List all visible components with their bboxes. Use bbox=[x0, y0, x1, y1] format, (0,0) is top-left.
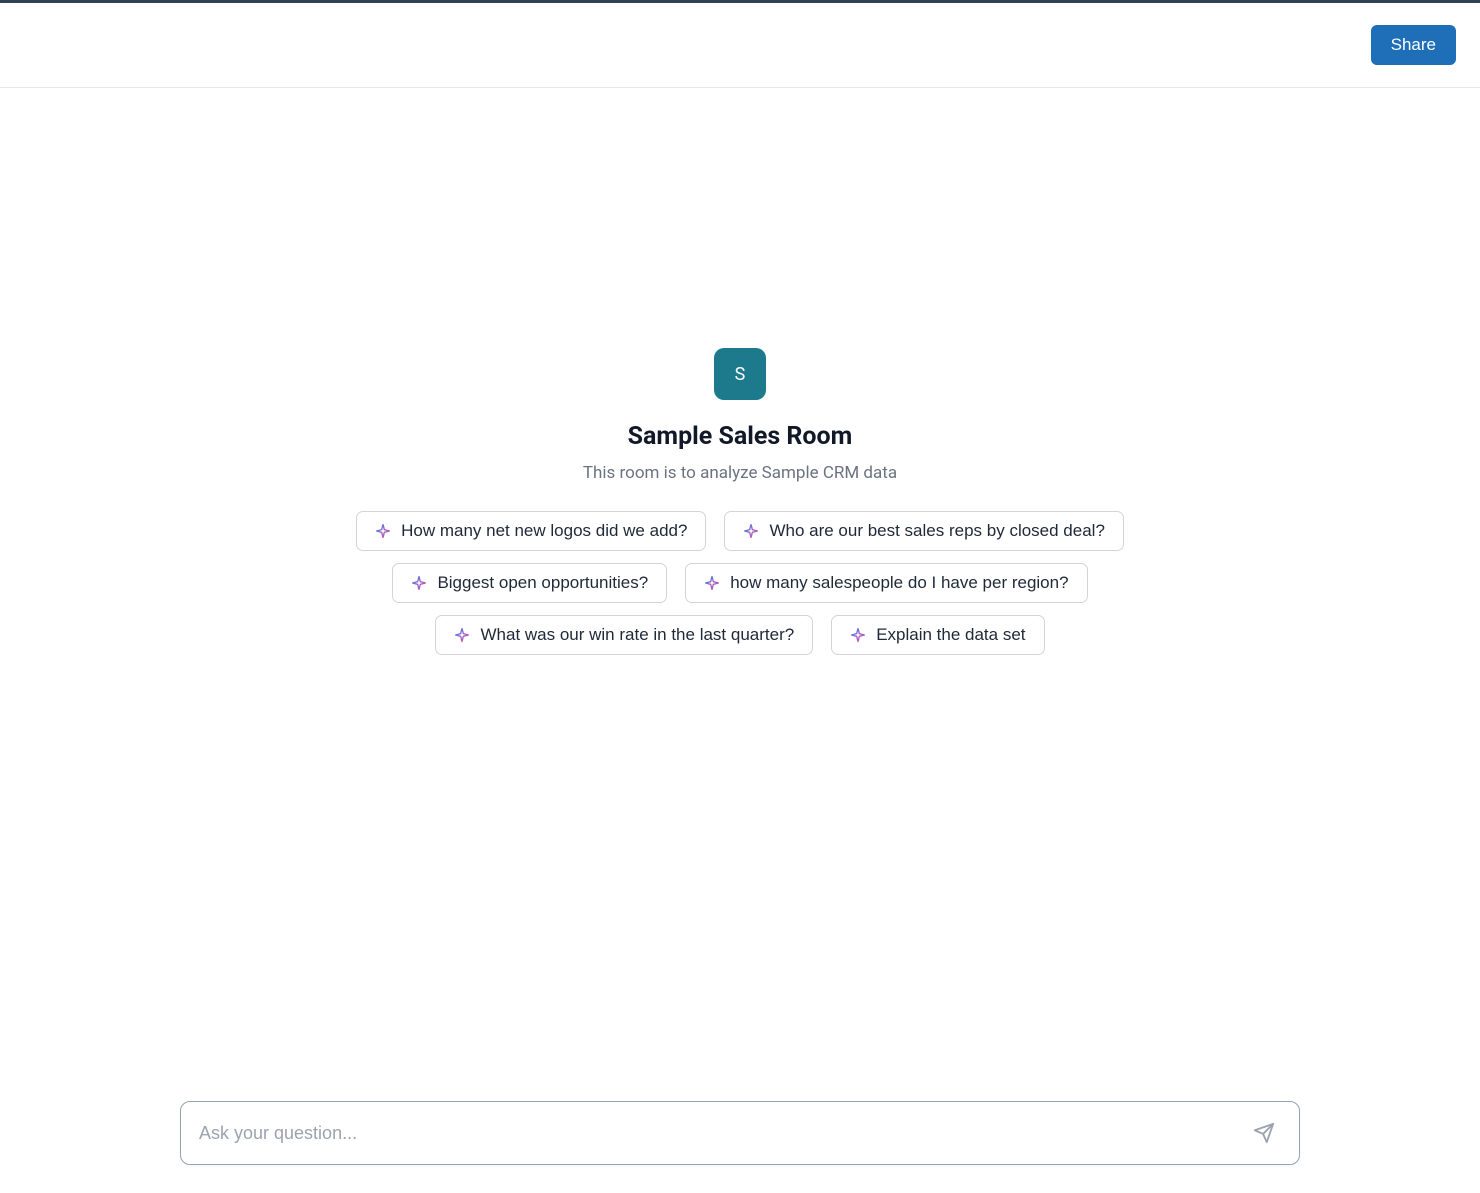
main-content: S Sample Sales Room This room is to anal… bbox=[0, 88, 1480, 655]
sparkle-icon bbox=[743, 523, 759, 539]
sparkle-icon bbox=[375, 523, 391, 539]
suggestions-row-3: What was our win rate in the last quarte… bbox=[435, 615, 1044, 655]
suggestions-row-1: How many net new logos did we add? Who a… bbox=[356, 511, 1124, 551]
suggestions-container: How many net new logos did we add? Who a… bbox=[356, 511, 1124, 655]
header: Share bbox=[0, 3, 1480, 88]
suggestion-label: how many salespeople do I have per regio… bbox=[730, 573, 1068, 593]
room-avatar: S bbox=[714, 348, 766, 400]
question-input[interactable] bbox=[199, 1123, 1247, 1144]
sparkle-icon bbox=[704, 575, 720, 591]
question-input-wrapper bbox=[180, 1101, 1300, 1165]
room-description: This room is to analyze Sample CRM data bbox=[583, 463, 897, 483]
suggestion-chip-win-rate[interactable]: What was our win rate in the last quarte… bbox=[435, 615, 813, 655]
suggestion-label: What was our win rate in the last quarte… bbox=[480, 625, 794, 645]
sparkle-icon bbox=[454, 627, 470, 643]
sparkle-icon bbox=[850, 627, 866, 643]
suggestion-label: How many net new logos did we add? bbox=[401, 521, 687, 541]
share-button[interactable]: Share bbox=[1371, 25, 1456, 65]
send-button[interactable] bbox=[1247, 1116, 1281, 1150]
suggestion-label: Who are our best sales reps by closed de… bbox=[769, 521, 1104, 541]
suggestions-row-2: Biggest open opportunities? how many sal… bbox=[392, 563, 1087, 603]
send-icon bbox=[1253, 1122, 1275, 1144]
suggestion-chip-salespeople-per-region[interactable]: how many salespeople do I have per regio… bbox=[685, 563, 1087, 603]
input-container bbox=[180, 1101, 1300, 1165]
suggestion-chip-biggest-opportunities[interactable]: Biggest open opportunities? bbox=[392, 563, 667, 603]
suggestion-label: Explain the data set bbox=[876, 625, 1025, 645]
room-title: Sample Sales Room bbox=[628, 422, 853, 451]
sparkle-icon bbox=[411, 575, 427, 591]
suggestion-chip-explain-dataset[interactable]: Explain the data set bbox=[831, 615, 1044, 655]
suggestion-chip-best-sales-reps[interactable]: Who are our best sales reps by closed de… bbox=[724, 511, 1123, 551]
suggestion-chip-net-new-logos[interactable]: How many net new logos did we add? bbox=[356, 511, 706, 551]
suggestion-label: Biggest open opportunities? bbox=[437, 573, 648, 593]
